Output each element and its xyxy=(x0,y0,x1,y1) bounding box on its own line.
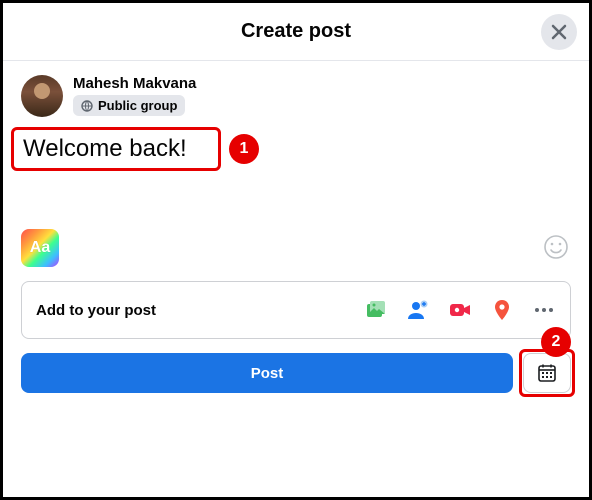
live-video-button[interactable] xyxy=(448,298,472,322)
emoji-icon xyxy=(543,234,569,260)
add-to-post-bar: Add to your post xyxy=(21,281,571,339)
author-row: Mahesh Makvana Public group xyxy=(3,61,589,123)
photo-video-button[interactable] xyxy=(364,298,388,322)
more-icon xyxy=(535,308,553,312)
close-icon xyxy=(549,22,569,42)
compose-area: Welcome back! 1 xyxy=(3,123,589,169)
photo-icon xyxy=(364,298,388,322)
post-text-input[interactable]: Welcome back! xyxy=(15,129,577,169)
aa-icon: Aa xyxy=(30,239,50,257)
author-name: Mahesh Makvana xyxy=(73,75,196,92)
schedule-button[interactable] xyxy=(523,353,571,393)
tag-people-button[interactable] xyxy=(406,298,430,322)
privacy-pill[interactable]: Public group xyxy=(73,95,185,116)
location-button[interactable] xyxy=(490,298,514,322)
style-row: Aa xyxy=(3,169,589,277)
background-style-button[interactable]: Aa xyxy=(21,229,59,267)
avatar[interactable] xyxy=(21,75,63,117)
video-icon xyxy=(448,298,472,322)
close-button[interactable] xyxy=(541,14,577,50)
more-options-button[interactable] xyxy=(532,298,556,322)
globe-icon xyxy=(81,100,93,112)
person-tag-icon xyxy=(406,298,430,322)
post-button[interactable]: Post xyxy=(21,353,513,393)
footer-row: Post 2 xyxy=(3,339,589,393)
emoji-button[interactable] xyxy=(543,234,571,262)
add-icons-group xyxy=(364,298,556,322)
dialog-title: Create post xyxy=(241,20,351,43)
calendar-icon xyxy=(537,363,557,383)
dialog-header: Create post xyxy=(3,3,589,61)
privacy-label: Public group xyxy=(98,98,177,113)
location-pin-icon xyxy=(490,298,514,322)
add-to-post-label: Add to your post xyxy=(36,302,156,319)
